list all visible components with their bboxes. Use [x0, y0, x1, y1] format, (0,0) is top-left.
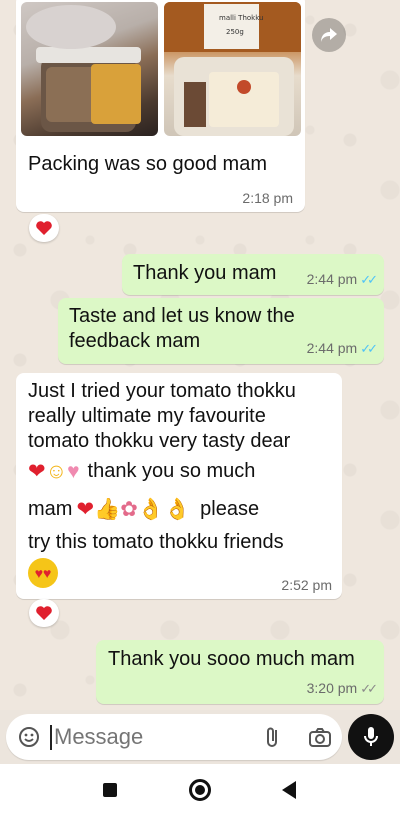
circle-icon[interactable] — [189, 779, 211, 801]
emoji-icon[interactable] — [18, 726, 40, 748]
message-text-line2: feedback mam — [69, 330, 201, 352]
delivered-ticks-icon: ✓✓ — [360, 681, 378, 696]
message-image-2[interactable]: malli Thokku 250g — [164, 2, 301, 136]
smiling-face-hearts-emoji: ☺ — [45, 460, 68, 483]
paperclip-icon[interactable] — [262, 725, 284, 749]
message-outgoing-thankyou[interactable]: Thank you mam 2:44 pm ✓✓ — [122, 254, 384, 295]
message-line-6: try this tomato thokku friends — [28, 531, 284, 553]
reaction-heart-1[interactable] — [29, 214, 59, 242]
reaction-heart-2[interactable] — [29, 599, 59, 627]
message-text: Thank you sooo much mam — [108, 648, 355, 670]
message-input[interactable] — [54, 722, 254, 752]
message-text: Packing was so good mam — [28, 153, 268, 175]
message-time: 2:18 pm — [242, 190, 293, 206]
message-incoming-review[interactable]: Just I tried your tomato thokku really u… — [16, 373, 342, 599]
message-line-2: really ultimate my favourite — [28, 405, 266, 427]
message-time: 2:44 pm ✓✓ — [306, 340, 378, 356]
message-incoming-packing[interactable]: malli Thokku 250g Packing was so good ma… — [16, 0, 305, 212]
message-composer[interactable] — [6, 714, 342, 760]
camera-icon[interactable] — [308, 726, 332, 748]
square-icon[interactable] — [103, 783, 117, 797]
message-text: Thank you mam — [133, 262, 277, 284]
message-line-4: ❤ ☺ ♥ thank you so much — [28, 460, 256, 483]
message-outgoing-thankyou-sooo[interactable]: Thank you sooo much mam 3:20 pm ✓✓ — [96, 640, 384, 704]
message-outgoing-feedback[interactable]: Taste and let us know the feedback mam 2… — [58, 298, 384, 364]
message-line-3: tomato thokku very tasty dear — [28, 430, 291, 452]
read-ticks-icon: ✓✓ — [360, 341, 378, 356]
red-heart-emoji: ❤ — [76, 498, 95, 521]
forward-icon[interactable] — [312, 18, 346, 52]
heart-icon — [36, 606, 52, 620]
message-time: 3:20 pm ✓✓ — [306, 680, 378, 696]
heart-icon — [36, 221, 52, 235]
flowers-emoji: ✿ — [120, 498, 138, 521]
chat-area[interactable]: malli Thokku 250g Packing was so good ma… — [0, 0, 400, 710]
two-hearts-emoji: ♥ — [67, 460, 80, 483]
text-cursor — [50, 725, 52, 750]
system-nav-bar — [0, 764, 400, 813]
jar-illustration — [26, 5, 141, 132]
heart-eyes-emoji: ♥♥ — [28, 558, 58, 588]
label-text-thokku: malli Thokku — [219, 14, 264, 22]
ok-hand-emoji-2: 👌 — [163, 498, 191, 521]
message-image-1[interactable] — [21, 2, 158, 136]
message-text-line1: Taste and let us know the — [69, 305, 295, 327]
thumbs-up-emoji: 👍 — [94, 498, 121, 521]
mic-icon — [364, 727, 378, 746]
message-time: 2:44 pm ✓✓ — [306, 271, 378, 287]
red-heart-emoji: ❤ — [28, 460, 46, 483]
read-ticks-icon: ✓✓ — [360, 272, 378, 287]
mic-button[interactable] — [348, 714, 394, 760]
triangle-back-icon[interactable] — [282, 781, 296, 799]
label-text-weight: 250g — [226, 28, 244, 36]
product-jars-illustration: malli Thokku 250g — [164, 2, 301, 136]
message-time: 2:52 pm — [281, 577, 332, 593]
message-line-5: mam ❤ 👍 ✿ 👌 👌 please — [28, 498, 260, 521]
ok-hand-emoji: 👌 — [137, 498, 164, 521]
message-line-1: Just I tried your tomato thokku — [28, 380, 296, 402]
